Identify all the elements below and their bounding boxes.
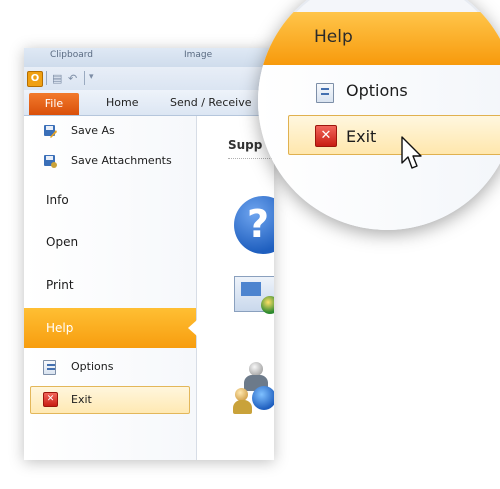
contact-us-icon[interactable] <box>233 362 274 428</box>
zoomed-help-label: Help <box>314 27 353 47</box>
section-open-label: Open <box>46 235 79 249</box>
section-info-label: Info <box>46 193 69 207</box>
customize-qat-icon[interactable]: ▾ <box>89 72 94 82</box>
section-info[interactable]: Info <box>24 180 196 220</box>
zoomed-options-icon <box>316 83 334 103</box>
qat-divider <box>84 71 85 85</box>
section-print[interactable]: Print <box>24 265 196 305</box>
clipboard-group-label: Clipboard <box>50 50 93 60</box>
backstage-nav: Save As Save Attachments Info Open Print… <box>24 116 197 460</box>
mouse-pointer-icon <box>401 136 422 169</box>
save-as-command[interactable]: Save As <box>24 120 196 142</box>
options-command[interactable]: Options <box>24 356 196 378</box>
section-print-label: Print <box>46 278 74 292</box>
options-label: Options <box>71 360 114 373</box>
ribbon-tabs: File Home Send / Receive <box>24 90 274 116</box>
tab-home[interactable]: Home <box>106 96 138 109</box>
tab-send-receive[interactable]: Send / Receive <box>170 96 251 109</box>
options-icon <box>43 360 56 375</box>
save-icon[interactable]: ▤ <box>52 72 62 85</box>
ribbon-group-labels: Clipboard Image <box>24 48 274 68</box>
save-as-icon <box>44 125 57 138</box>
section-help-label: Help <box>46 321 74 335</box>
qat-divider <box>46 71 47 85</box>
save-as-label: Save As <box>71 124 115 137</box>
save-attachments-label: Save Attachments <box>71 154 172 167</box>
exit-icon: ✕ <box>43 392 58 407</box>
quick-access-toolbar: O ▤ ↶ ▾ <box>24 67 274 90</box>
zoomed-exit-icon: ✕ <box>315 125 337 147</box>
exit-label: Exit <box>71 393 92 406</box>
zoomed-exit-label: Exit <box>346 127 377 146</box>
section-open[interactable]: Open <box>24 222 196 262</box>
section-help[interactable]: Help <box>24 308 197 348</box>
save-attachments-command[interactable]: Save Attachments <box>24 150 196 172</box>
image-group-label: Image <box>184 50 213 60</box>
zoomed-help-section[interactable]: Help <box>258 12 500 65</box>
globe-icon <box>261 296 274 314</box>
outlook-window: Clipboard Image O ▤ ↶ ▾ File Home Send /… <box>24 48 274 460</box>
outlook-icon[interactable]: O <box>27 71 43 87</box>
magnifier-lens: Help Options ✕ Exit <box>258 0 500 230</box>
tab-file[interactable]: File <box>29 93 79 115</box>
save-attachments-icon <box>44 155 57 168</box>
zoomed-options-label[interactable]: Options <box>346 81 408 100</box>
undo-icon[interactable]: ↶ <box>68 72 77 85</box>
exit-command[interactable]: ✕ Exit <box>30 386 190 414</box>
